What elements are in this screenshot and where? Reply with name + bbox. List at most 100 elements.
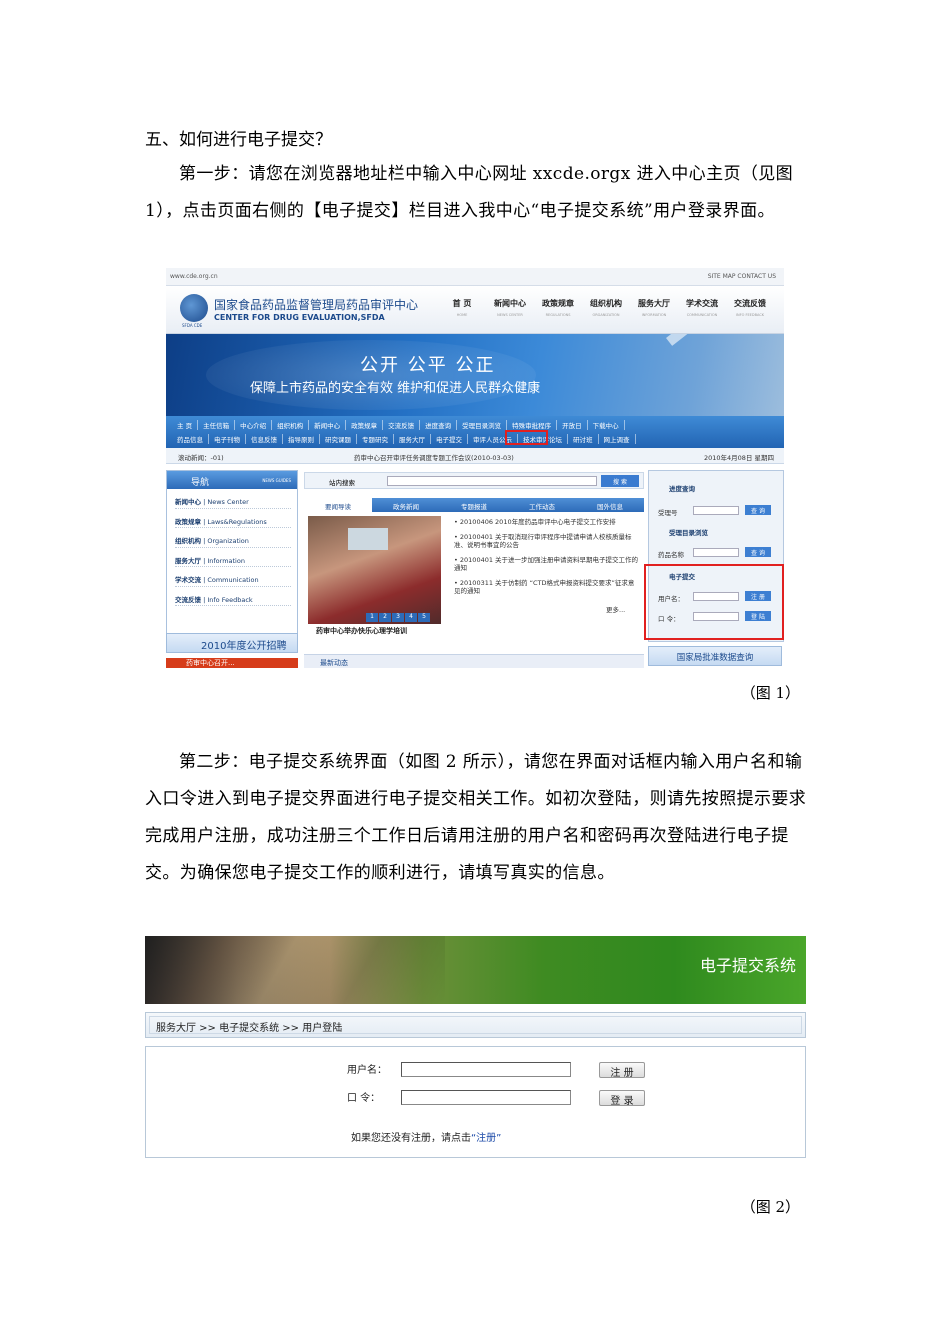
accept-no-input[interactable] [693,506,739,515]
menu-item[interactable]: 中心介绍 [235,420,273,430]
menu-item[interactable]: 服务大厅 [394,434,431,444]
breadcrumb: 服务大厅 >> 电子提交系统 >> 用户登陆 [145,1012,806,1038]
site-title-en: CENTER FOR DRUG EVALUATION,SFDA [214,313,385,322]
drug-name-input[interactable] [693,548,739,557]
list-item[interactable]: • 20100401 关于进一步加强注册申请资料早期电子提交工作的通知 [454,556,639,572]
menu-item[interactable]: 主 页 [172,420,199,430]
catalog-browse-title: 受理目录浏览 [669,529,708,537]
login-form: 用户名： 注 册 口 令： 登 录 如果您还没有注册，请点击“注册” [145,1046,806,1158]
left-nav-item[interactable]: 政策规章 | Laws&Regulations [175,509,291,528]
ticker-text[interactable]: 药审中心召开审评任务调度专题工作会议(2010-03-03) [354,452,514,462]
news-ticker: 滚动新闻：-01) 药审中心召开审评任务调度专题工作会议(2010-03-03)… [166,448,784,464]
menu-item[interactable]: 研讨班 [568,434,599,444]
register-button[interactable]: 注 册 [599,1062,645,1079]
left-nav-item[interactable]: 服务大厅 | Information [175,548,291,567]
menu-item[interactable]: 组织机构 [272,420,310,430]
tab-special[interactable]: 专题报道 [440,498,508,512]
tab-foreign[interactable]: 国外信息 [576,498,644,512]
query-button[interactable]: 查 询 [745,505,771,515]
left-nav-item[interactable]: 组织机构 | Organization [175,528,291,548]
search-input[interactable] [387,476,597,486]
menu-item[interactable]: 电子刊物 [209,434,246,444]
top-links[interactable]: SITE MAP CONTACT US [708,273,776,280]
photo-page[interactable]: 1 [366,613,378,622]
banner-slogan-main: 公开 公平 公正 [360,355,496,376]
site-search: 站内搜索 搜 索 [304,472,644,489]
tab-headlines[interactable]: 要闻导读 [304,498,372,512]
list-item[interactable]: • 20100406 2010年度药品审评中心电子提交工作安排 [454,518,639,526]
login-button[interactable]: 登 录 [599,1090,645,1107]
hero-banner: 公开 公平 公正 保障上市药品的安全有效 维护和促进人民群众健康 [166,334,784,416]
nav-information[interactable]: 服务大厅 INFORMATION [630,292,678,317]
section-heading: 五、如何进行电子提交？ [145,130,332,150]
photo-caption: 药审中心举办快乐心理学培训 [316,627,407,635]
username-label: 用户名： [347,1065,387,1076]
banner-slogan-sub: 保障上市药品的安全有效 维护和促进人民群众健康 [250,381,541,396]
latest-news-bar: 最新动态 [304,654,644,668]
menu-item[interactable]: 交流反馈 [383,420,421,430]
list-item[interactable]: • 20100311 关于仿制药 “CTD格式申报资料提交要求”征求意见的通知 [454,579,639,595]
search-button[interactable]: 搜 索 [601,475,639,487]
left-nav-title: 导航 NEWS GUIDES [167,471,297,489]
news-photo[interactable] [308,516,441,624]
system-title: 电子提交系统 [699,956,796,975]
news-list: • 20100406 2010年度药品审评中心电子提交工作安排 • 201004… [454,518,639,602]
menu-item[interactable]: 主任信箱 [198,420,236,430]
menu-item[interactable]: 政策规章 [346,420,384,430]
menu-item[interactable]: 信息反馈 [246,434,283,444]
drug-query-button[interactable]: 查 询 [745,547,771,557]
photo-page[interactable]: 3 [392,613,404,622]
menu-row-1: 主 页主任信箱 中心介绍 组织机构 新闻中心 政策规章 交流反馈 进度查询 受理目录浏览 特殊审… [172,420,625,430]
menu-item[interactable]: 开放日 [557,420,588,430]
syringe-graphic [666,334,775,346]
menu-item[interactable]: 新闻中心 [309,420,347,430]
menu-row-2: 药品信息 电子刊物 信息反馈 指导原则 研究课题 专题研究 服务大厅 电子提交 审评人员公示 技术… [172,434,636,444]
logo-text: SFDA CDE [182,323,203,328]
tab-gov-news[interactable]: 政务新闻 [372,498,440,512]
nav-news[interactable]: 新闻中心 NEWS CENTER [486,292,534,317]
nav-feedback[interactable]: 交流反馈 INFO FEEDBACK [726,292,774,317]
banner-photo [145,936,445,1004]
site-title-cn: 国家食品药品监督管理局药品审评中心 [214,298,419,312]
figure1-homepage-screenshot: www.cde.org.cn SITE MAP CONTACT US SFDA … [166,268,784,668]
more-link[interactable]: 更多... [606,604,625,614]
password-input[interactable] [401,1090,571,1105]
menu-item[interactable]: 进度查询 [420,420,458,430]
nav-communication[interactable]: 学术交流 COMMUNICATION [678,292,726,317]
menu-item[interactable]: 电子提交 [431,434,468,444]
photo-page[interactable]: 4 [405,613,417,622]
menu-item[interactable]: 下载中心 [588,420,625,430]
menu-item[interactable]: 网上调查 [599,434,636,444]
register-link[interactable]: “注册” [471,1133,501,1144]
menu-item[interactable]: 指导原则 [283,434,320,444]
left-nav-item[interactable]: 交流反馈 | Info Feedback [175,587,291,606]
nav-organization[interactable]: 组织机构 ORGANIZATION [582,292,630,317]
step1-paragraph: 第一步：请您在浏览器地址栏中输入中心网址 xxcde.orgx 进入中心主页（见… [145,164,794,221]
list-item[interactable]: • 20100401 关于取消现行审评程序中提请申请人校核质量标准、说明书事宜的… [454,533,639,549]
left-nav-panel: 导航 NEWS GUIDES 新闻中心 | News Center 政策规章 | … [166,470,298,642]
username-input[interactable] [401,1062,571,1077]
menu-item[interactable]: 药品信息 [172,434,209,444]
menu-item[interactable]: 受理目录浏览 [457,420,508,430]
figure1-caption: （图 1） [740,684,800,702]
left-nav-item[interactable]: 新闻中心 | News Center [175,489,291,509]
breadcrumb-text[interactable]: 服务大厅 >> 电子提交系统 >> 用户登陆 [156,1023,342,1034]
nav-home[interactable]: 首 页 HOME [438,292,486,317]
tab-work[interactable]: 工作动态 [508,498,576,512]
red-notice-bar[interactable]: 药审中心召开... [166,658,298,668]
current-date: 2010年4月08日 星期四 [703,454,774,462]
photo-page[interactable]: 5 [418,613,430,622]
left-nav-item[interactable]: 学术交流 | Communication [175,567,291,587]
recruitment-button[interactable]: 2010年度公开招聘 [166,633,298,653]
menu-item[interactable]: 研究课题 [320,434,357,444]
sfda-logo-icon [180,294,208,322]
nav-regulations[interactable]: 政策规章 REGULATIONS [534,292,582,317]
sfda-data-query-button[interactable]: 国家局批准数据查询 [648,646,782,666]
menu-item[interactable]: 专题研究 [357,434,394,444]
password-label: 口 令： [347,1093,381,1104]
menu-item[interactable]: 特殊审批程序 [507,420,558,430]
site-header: SFDA CDE 国家食品药品监督管理局药品审评中心 CENTER FOR DR… [166,286,784,334]
photo-page[interactable]: 2 [379,613,391,622]
search-label: 站内搜索 [329,479,355,487]
sub-menu: 主 页主任信箱 中心介绍 组织机构 新闻中心 政策规章 交流反馈 进度查询 受理目录浏览 特殊审… [166,416,784,448]
